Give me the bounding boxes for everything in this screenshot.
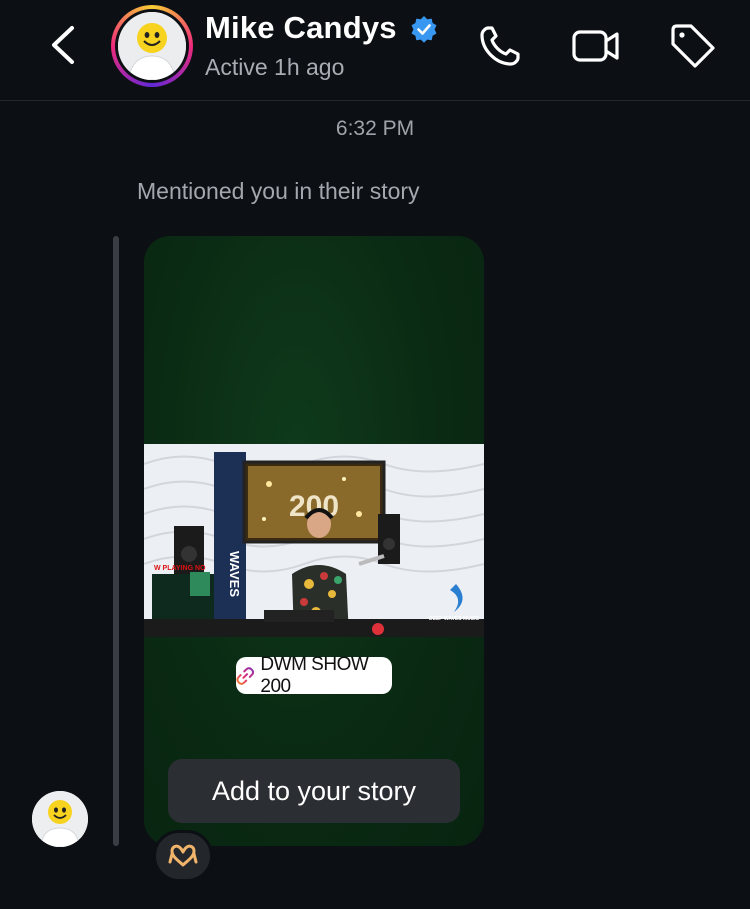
verified-badge-icon: [411, 16, 437, 43]
heart-hands-emoji-icon: [168, 844, 198, 867]
svg-text:W PLAYING NO: W PLAYING NO: [154, 565, 206, 572]
active-status: Active 1h ago: [205, 54, 345, 80]
video-camera-icon[interactable]: [571, 22, 621, 70]
phone-icon[interactable]: [476, 22, 526, 70]
add-to-story-button[interactable]: Add to your story: [168, 759, 460, 823]
story-mention-label: Mentioned you in their story: [137, 178, 420, 204]
sender-avatar[interactable]: [32, 791, 88, 847]
contact-name[interactable]: Mike Candys: [205, 10, 397, 46]
heart-hands-reaction[interactable]: [153, 830, 213, 882]
chevron-left-icon[interactable]: [44, 22, 84, 68]
chat-header: Mike Candys Active 1h ago: [0, 0, 750, 101]
smiley-avatar-image: [32, 791, 88, 847]
link-icon: [236, 666, 255, 685]
story-photo: WAVES 200 W PLAYING NO DEEP WAVES MUSIC: [144, 444, 484, 637]
svg-text:DEEP WAVES MUSIC: DEEP WAVES MUSIC: [429, 616, 479, 622]
smiley-avatar-image: [118, 12, 186, 80]
tag-icon[interactable]: [668, 22, 718, 70]
profile-avatar[interactable]: [111, 5, 193, 87]
link-sticker-label: DWM SHOW 200: [260, 653, 369, 697]
link-sticker[interactable]: DWM SHOW 200: [236, 654, 392, 697]
message-timestamp: 6:32 PM: [335, 117, 415, 140]
story-mention-card[interactable]: WAVES 200 W PLAYING NO DEEP WAVES MUSIC …: [144, 236, 484, 846]
story-reply-bar: [113, 236, 119, 846]
svg-text:WAVES: WAVES: [227, 551, 242, 597]
